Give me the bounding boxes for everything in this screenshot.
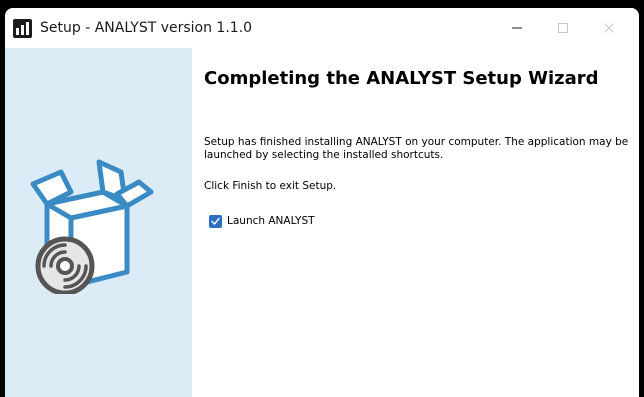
maximize-button[interactable] — [540, 8, 586, 48]
finish-instruction: Click Finish to exit Setup. — [204, 180, 337, 192]
setup-app-icon — [13, 19, 32, 38]
wizard-content: Completing the ANALYST Setup Wizard Setu… — [192, 48, 639, 397]
finished-message: Setup has finished installing ANALYST on… — [204, 136, 629, 161]
checkmark-icon — [211, 217, 220, 225]
maximize-icon — [558, 23, 568, 33]
launch-checkbox-label[interactable]: Launch ANALYST — [227, 215, 315, 228]
setup-window: Setup - ANALYST version 1.1.0 Completing… — [5, 8, 639, 397]
window-title: Setup - ANALYST version 1.1.0 — [40, 20, 253, 36]
close-button[interactable] — [586, 8, 632, 48]
minimize-icon — [512, 27, 522, 29]
close-icon — [604, 23, 614, 33]
wizard-sidebar — [5, 48, 192, 397]
minimize-button[interactable] — [494, 8, 540, 48]
wizard-heading: Completing the ANALYST Setup Wizard — [204, 68, 599, 89]
title-bar[interactable]: Setup - ANALYST version 1.1.0 — [5, 8, 639, 48]
box-with-disc-icon — [30, 159, 154, 294]
launch-checkbox[interactable] — [209, 215, 222, 228]
